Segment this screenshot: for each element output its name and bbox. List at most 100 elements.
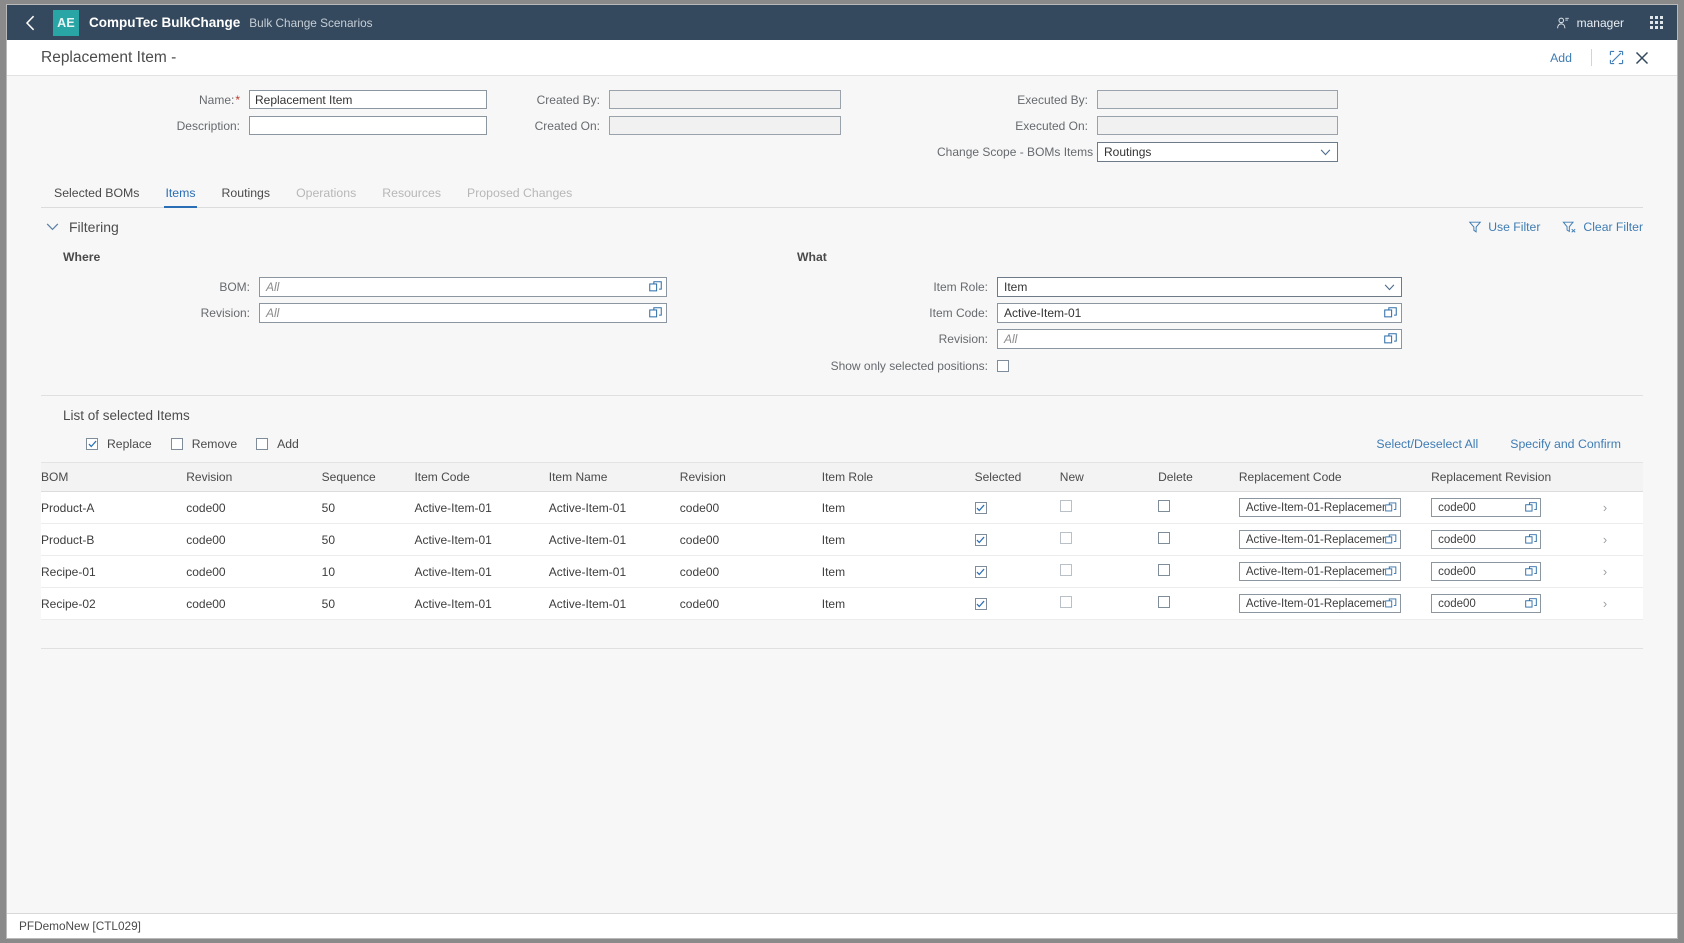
filtering-collapse-toggle[interactable] [41,216,63,238]
lookup-icon[interactable] [1385,501,1397,514]
th-replacement-revision[interactable]: Replacement Revision [1431,462,1595,492]
replacement-revision-input[interactable]: code00 [1431,594,1542,613]
th-selected[interactable]: Selected [974,462,1060,492]
grid-menu-icon[interactable] [1650,16,1663,29]
lookup-icon[interactable] [1384,306,1397,320]
table-row[interactable]: Recipe-01 code00 10 Active-Item-01 Activ… [41,555,1643,588]
lookup-icon[interactable] [649,280,662,294]
executed-by-input[interactable] [1097,90,1338,109]
use-filter-button[interactable]: Use Filter [1468,220,1540,234]
user-menu[interactable]: manager [1556,16,1624,30]
restore-window-button[interactable] [1603,46,1629,70]
chevron-right-icon[interactable]: › [1595,500,1607,515]
mode-remove[interactable]: Remove [170,437,237,451]
th-item-code[interactable]: Item Code [414,462,549,492]
filter-item-code-row: Item Code: Active-Item-01 [797,303,1557,323]
replacement-revision-input[interactable]: code00 [1431,498,1542,517]
replacement-code-input[interactable]: Active-Item-01-Replacement [1238,530,1401,549]
row-selected-checkbox[interactable] [974,533,987,546]
th-revision-2[interactable]: Revision [679,462,822,492]
replacement-code-input[interactable]: Active-Item-01-Replacement [1238,562,1401,581]
lookup-icon[interactable] [1525,597,1537,610]
row-new-checkbox[interactable] [1059,564,1072,576]
mode-add[interactable]: Add [256,437,299,451]
lookup-icon[interactable] [649,306,662,320]
tab-routings[interactable]: Routings [209,186,284,207]
th-item-role[interactable]: Item Role [821,462,975,492]
table-row[interactable]: Product-B code00 50 Active-Item-01 Activ… [41,523,1643,556]
row-new-checkbox[interactable] [1059,532,1072,544]
show-only-selected-checkbox[interactable] [997,360,1009,372]
filter-item-role-select[interactable]: Item [997,277,1402,297]
filtering-header: Filtering Use Filter Clear Filter [41,208,1643,246]
page-body: Name:* Replacement Item Description: Cre… [7,76,1677,913]
change-scope-select[interactable]: Routings [1097,142,1338,162]
check-icon [976,600,985,607]
chevron-right-icon[interactable]: › [1595,564,1607,579]
chevron-right-icon[interactable]: › [1595,596,1607,611]
row-delete-checkbox[interactable] [1158,532,1171,544]
description-input[interactable] [249,116,487,135]
th-sequence[interactable]: Sequence [321,462,415,492]
clear-filter-button[interactable]: Clear Filter [1562,220,1643,234]
th-bom[interactable]: BOM [41,462,187,492]
th-revision[interactable]: Revision [186,462,322,492]
lookup-icon[interactable] [1525,565,1537,578]
filter-what-revision-label: Revision: [938,332,988,346]
cell-selected [974,491,1060,524]
created-on-input[interactable] [609,116,841,135]
tab-items[interactable]: Items [152,186,208,208]
lookup-icon[interactable] [1384,332,1397,346]
table-row[interactable]: Product-A code00 50 Active-Item-01 Activ… [41,491,1643,524]
filter-bom-label: BOM: [219,280,250,294]
filter-item-code-input[interactable]: Active-Item-01 [997,303,1402,323]
table-row[interactable]: Recipe-02 code00 50 Active-Item-01 Activ… [41,587,1643,620]
row-delete-checkbox[interactable] [1158,564,1171,576]
app-logo: AE [53,9,79,36]
row-delete-checkbox[interactable] [1158,596,1171,608]
add-button[interactable]: Add [1542,51,1580,65]
replacement-revision-input[interactable]: code00 [1431,562,1542,581]
specify-and-confirm-button[interactable]: Specify and Confirm [1510,437,1621,451]
filter-bom-input[interactable]: All [259,277,667,297]
th-item-name[interactable]: Item Name [548,462,680,492]
lookup-icon[interactable] [1525,533,1537,546]
select-deselect-all-button[interactable]: Select/Deselect All [1376,437,1478,451]
chevron-left-icon [25,15,34,30]
lookup-icon[interactable] [1525,501,1537,514]
name-input[interactable]: Replacement Item [249,90,487,109]
chevron-right-icon[interactable]: › [1595,532,1607,547]
row-selected-checkbox[interactable] [974,597,987,610]
field-name-label: Name:* [7,93,249,107]
row-selected-checkbox[interactable] [974,501,987,514]
executed-on-input[interactable] [1097,116,1338,135]
change-scope-label: Change Scope - BOMs Items and: [937,145,1120,159]
replacement-code-input[interactable]: Active-Item-01-Replacement [1238,498,1401,517]
th-replacement-code[interactable]: Replacement Code [1238,462,1432,492]
filter-what-revision-input[interactable]: All [997,329,1402,349]
row-new-checkbox[interactable] [1059,596,1072,608]
add-checkbox[interactable] [256,438,269,450]
filter-revision-input[interactable]: All [259,303,667,323]
lookup-icon[interactable] [1385,565,1397,578]
replacement-revision-input[interactable]: code00 [1431,530,1542,549]
replacement-code-input[interactable]: Active-Item-01-Replacement [1238,594,1401,613]
th-new[interactable]: New [1059,462,1159,492]
what-group-label: What [797,250,827,264]
cell-item-role: Item [821,523,975,556]
mode-replace[interactable]: Replace [86,437,152,451]
field-created-by: Created By: [517,90,937,109]
replace-checkbox[interactable] [86,438,98,450]
tab-selected-boms[interactable]: Selected BOMs [41,186,152,207]
th-delete[interactable]: Delete [1158,462,1239,492]
close-button[interactable] [1629,46,1655,70]
row-delete-checkbox[interactable] [1158,500,1171,512]
remove-checkbox[interactable] [170,438,183,450]
lookup-icon[interactable] [1385,533,1397,546]
created-by-input[interactable] [609,90,841,109]
back-button[interactable] [13,8,47,38]
row-selected-checkbox[interactable] [974,565,987,578]
chevron-down-icon [1320,145,1331,159]
lookup-icon[interactable] [1385,597,1397,610]
row-new-checkbox[interactable] [1059,500,1072,512]
